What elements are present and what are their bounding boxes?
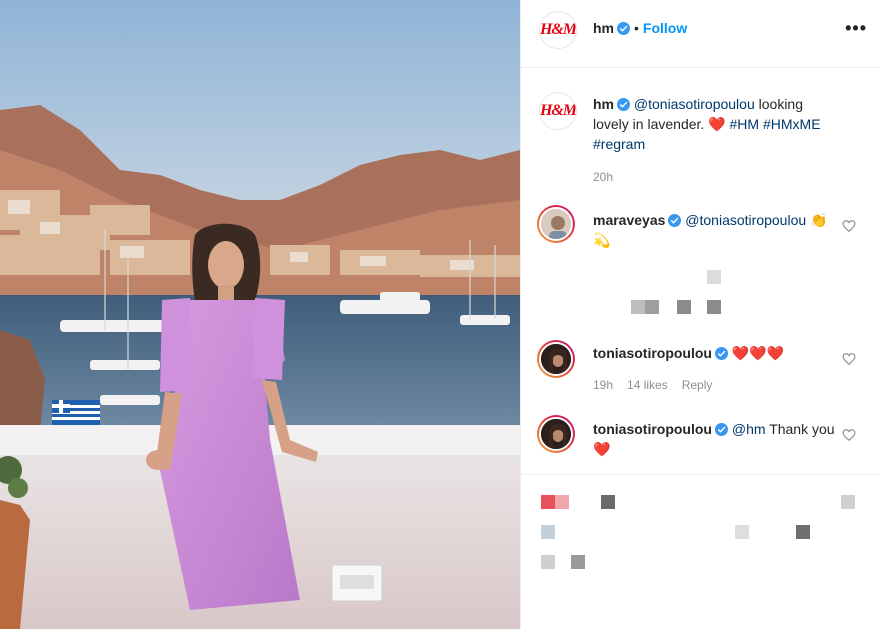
comment-likes[interactable]: 14 likes: [627, 378, 668, 392]
comment-timestamp[interactable]: 19h: [593, 378, 613, 392]
header-author-row: hm • Follow: [593, 20, 687, 36]
comment-item: toniasotiropoulou @hm Thank you ❤️: [593, 419, 838, 459]
comment-text: Thank you: [769, 421, 835, 437]
verified-badge-icon: [617, 98, 630, 111]
comment-avatar[interactable]: [537, 340, 575, 378]
caption-author-avatar[interactable]: H&M: [539, 92, 577, 130]
user-photo-icon: [541, 344, 571, 374]
comment-mention[interactable]: @hm: [732, 421, 766, 437]
comment-author[interactable]: toniasotiropoulou: [593, 421, 712, 437]
verified-badge-icon: [668, 214, 682, 227]
user-photo-icon: [541, 419, 571, 449]
post-side-panel: H&M hm • Follow ••• H&M hm @toniasotiropou…: [520, 0, 880, 629]
caption-heart-emoji: ❤️: [708, 116, 726, 132]
hm-logo: H&M: [539, 21, 577, 38]
blurred-pixel: [841, 495, 855, 509]
author-username[interactable]: hm: [593, 20, 614, 36]
post-photo[interactable]: [0, 0, 520, 629]
blurred-pixel: [601, 495, 615, 509]
blurred-pixel: [541, 495, 555, 509]
blurred-pixel: [677, 300, 691, 314]
caption: hm @toniasotiropoulou looking lovely in …: [593, 94, 838, 154]
blurred-pixel: [707, 300, 721, 314]
blurred-pixel: [735, 525, 749, 539]
separator-dot: •: [634, 20, 639, 36]
caption-mention[interactable]: @toniasotiropoulou: [634, 96, 755, 112]
post-photo-image: [0, 0, 520, 629]
comment-heart-emoji: ❤️: [593, 441, 611, 457]
comment-avatar[interactable]: [537, 415, 575, 453]
hashtag-regram[interactable]: #regram: [593, 136, 645, 152]
blurred-pixel: [645, 300, 659, 314]
heart-outline-icon[interactable]: [842, 352, 856, 366]
blurred-pixel: [541, 555, 555, 569]
reply-button[interactable]: Reply: [682, 378, 713, 392]
comment-author[interactable]: toniasotiropoulou: [593, 345, 712, 361]
hm-logo: H&M: [539, 102, 577, 119]
hashtag-hmxme[interactable]: #HMxME: [763, 116, 821, 132]
follow-button[interactable]: Follow: [643, 20, 687, 36]
blurred-pixel: [631, 300, 645, 314]
heart-outline-icon[interactable]: [842, 428, 856, 442]
comment-mention[interactable]: @toniasotiropoulou: [685, 212, 806, 228]
actions-divider: [521, 474, 880, 475]
more-options-icon[interactable]: •••: [845, 18, 867, 39]
user-photo-icon: [541, 209, 571, 239]
verified-badge-icon: [617, 22, 630, 35]
verified-badge-icon: [714, 347, 728, 360]
blurred-pixel: [796, 525, 810, 539]
caption-timestamp[interactable]: 20h: [593, 170, 613, 184]
hashtag-hm[interactable]: #HM: [730, 116, 760, 132]
author-avatar[interactable]: H&M: [539, 11, 577, 49]
comment-text: ❤️❤️❤️: [731, 345, 785, 361]
blurred-pixel: [707, 270, 721, 284]
comment-avatar[interactable]: [537, 205, 575, 243]
heart-outline-icon[interactable]: [842, 219, 856, 233]
blurred-pixel: [541, 525, 555, 539]
comment-author[interactable]: maraveyas: [593, 212, 665, 228]
comment-item: maraveyas @toniasotiropoulou 👏💫: [593, 210, 838, 250]
blurred-pixel: [555, 495, 569, 509]
blurred-pixel: [571, 555, 585, 569]
caption-time: 20h: [593, 170, 627, 184]
comment-item: toniasotiropoulou ❤️❤️❤️: [593, 343, 838, 363]
caption-author[interactable]: hm: [593, 96, 614, 112]
verified-badge-icon: [714, 423, 728, 436]
comment-meta: 19h 14 likes Reply: [593, 378, 726, 392]
post-header: H&M hm • Follow •••: [521, 0, 880, 68]
